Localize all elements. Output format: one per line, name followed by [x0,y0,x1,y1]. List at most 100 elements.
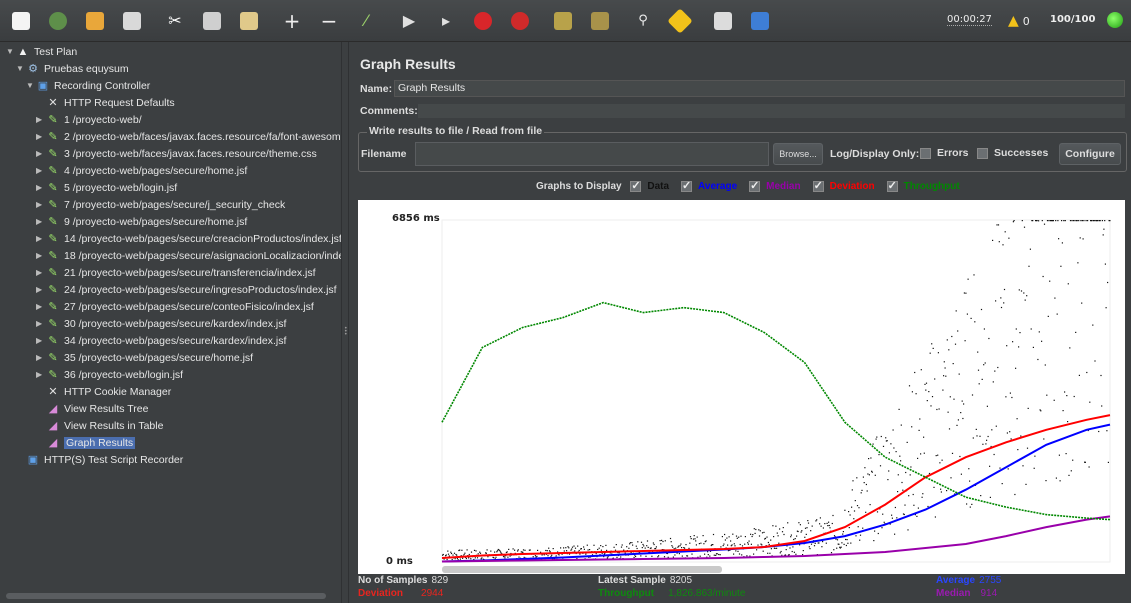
tree-node[interactable]: ▶ ✎ 24 /proyecto-web/pages/secure/ingresoP… [36,281,337,298]
expand-arrow-icon[interactable]: ▶ [36,234,46,243]
expand-arrow-icon[interactable]: ▶ [36,285,46,294]
warning-counter[interactable]: ▲ 0 [1008,13,1030,29]
tree-node[interactable]: ▶ ✎ 18 /proyecto-web/pages/secure/asignaci… [36,247,341,264]
expand-arrow-icon[interactable]: ▶ [36,217,46,226]
clear-all-icon[interactable] [585,6,615,36]
open-icon[interactable] [80,6,110,36]
tree-node[interactable]: ▶ ✎ 4 /proyecto-web/pages/secure/home.jsf [36,162,247,179]
tree-scrollbar[interactable] [6,593,326,599]
tree-node[interactable]: ▶ ✎ 21 /proyecto-web/pages/secure/transfer… [36,264,316,281]
tree-node[interactable]: ◢ Graph Results [36,434,136,451]
tree-node[interactable]: ▼ ▲ Test Plan [6,43,77,60]
toggle-icon[interactable]: ⁄ [351,6,381,36]
test-plan-tree[interactable]: ▼ ▲ Test Plan ▼ ⚙ Pruebas equysum ▼ ▣ Recording … [0,42,341,603]
comments-field[interactable] [418,104,1125,118]
filename-field[interactable] [415,142,769,166]
filename-label: Filename [361,148,407,160]
checkbox-icon[interactable] [886,179,898,192]
fieldset-title: Write results to file / Read from file [367,125,545,137]
reset-search-icon[interactable] [665,6,695,36]
expand-icon[interactable]: + [277,6,307,36]
search-icon[interactable]: ⚲ [628,6,658,36]
expand-arrow-icon[interactable]: ▶ [36,370,46,379]
data-point [713,554,715,556]
tree-node[interactable]: ▼ ▣ Recording Controller [26,77,150,94]
checkbox-icon[interactable] [812,179,824,192]
tree-node[interactable]: ▶ ✎ 7 /proyecto-web/pages/secure/j_securit… [36,196,285,213]
checkbox-icon[interactable] [681,179,693,192]
expand-arrow-icon[interactable]: ▶ [36,251,46,260]
tree-node[interactable]: ▣ HTTP(S) Test Script Recorder [16,451,183,468]
copy-icon[interactable] [197,6,227,36]
tree-node[interactable]: ▶ ✎ 30 /proyecto-web/pages/secure/kardex/i… [36,315,286,332]
checkbox-icon[interactable] [630,179,642,192]
graph-scrollbar[interactable] [442,566,722,573]
shutdown-icon[interactable] [505,6,535,36]
paste-icon[interactable] [234,6,264,36]
cut-icon[interactable]: ✂ [160,6,190,36]
stop-icon[interactable] [468,6,498,36]
tree-node[interactable]: ◢ View Results Tree [36,400,149,417]
data-point [923,452,925,454]
expand-arrow-icon[interactable]: ▶ [36,336,46,345]
toggle-average[interactable]: Average [681,179,743,192]
expand-arrow-icon[interactable]: ▶ [36,268,46,277]
toggle-throughput[interactable]: Throughput [886,179,966,192]
toggle-median[interactable]: Median [749,179,806,192]
data-point [574,547,577,549]
splitter[interactable]: • • • [341,42,349,603]
expand-arrow-icon[interactable]: ▶ [36,302,46,311]
save-icon[interactable] [117,6,147,36]
expand-arrow-icon[interactable]: ▶ [36,149,46,158]
expand-arrow-icon[interactable]: ▶ [36,132,46,141]
expand-arrow-icon[interactable]: ▼ [16,64,26,73]
tree-node[interactable]: ◢ View Results in Table [36,417,164,434]
tree-node[interactable]: ✕ HTTP Cookie Manager [36,383,171,400]
successes-checkbox[interactable]: Successes [977,147,1048,159]
expand-arrow-icon[interactable]: ▶ [36,200,46,209]
data-point [910,466,912,468]
data-point [593,544,595,546]
help-icon[interactable] [745,6,775,36]
tree-node[interactable]: ▼ ⚙ Pruebas equysum [16,60,129,77]
collapse-icon[interactable]: − [314,6,344,36]
expand-arrow-icon[interactable]: ▶ [36,166,46,175]
errors-check-icon[interactable] [920,147,931,159]
new-icon[interactable] [6,6,36,36]
function-helper-icon[interactable] [708,6,738,36]
tree-node[interactable]: ▶ ✎ 3 /proyecto-web/faces/javax.faces.reso… [36,145,317,162]
tree-node[interactable]: ▶ ✎ 5 /proyecto-web/login.jsf [36,179,177,196]
name-field[interactable]: Graph Results [394,80,1125,97]
configure-button[interactable]: Configure [1059,143,1121,165]
tree-node[interactable]: ▶ ✎ 14 /proyecto-web/pages/secure/creacion… [36,230,341,247]
data-point [583,546,585,548]
tree-node[interactable]: ▶ ✎ 27 /proyecto-web/pages/secure/conteoFi… [36,298,314,315]
templates-icon[interactable] [43,6,73,36]
start-icon[interactable]: ▶ [394,6,424,36]
tree-node[interactable]: ▶ ✎ 1 /proyecto-web/ [36,111,142,128]
errors-checkbox[interactable]: Errors [920,147,969,159]
expand-arrow-icon[interactable]: ▶ [36,353,46,362]
tree-node[interactable]: ▶ ✎ 36 /proyecto-web/login.jsf [36,366,183,383]
start-no-pause-icon[interactable]: ▸ [431,6,461,36]
expand-arrow-icon[interactable]: ▼ [26,81,36,90]
tree-node[interactable]: ▶ ✎ 9 /proyecto-web/pages/secure/home.jsf [36,213,247,230]
data-point [451,558,453,561]
expand-arrow-icon[interactable]: ▶ [36,115,46,124]
expand-arrow-icon[interactable]: ▶ [36,319,46,328]
toggle-data[interactable]: Data [630,179,675,192]
data-point [704,553,706,555]
tree-node[interactable]: ▶ ✎ 35 /proyecto-web/pages/secure/home.jsf [36,349,253,366]
browse-button[interactable]: Browse... [773,143,823,165]
data-point [509,555,511,557]
checkbox-icon[interactable] [749,179,761,192]
expand-arrow-icon[interactable]: ▶ [36,183,46,192]
successes-check-icon[interactable] [977,147,988,159]
tree-node[interactable]: ✕ HTTP Request Defaults [36,94,174,111]
tree-node[interactable]: ▶ ✎ 2 /proyecto-web/faces/javax.faces.reso… [36,128,341,145]
toggle-deviation[interactable]: Deviation [812,179,881,192]
splitter-grip-icon[interactable]: • • • [344,326,348,338]
expand-arrow-icon[interactable]: ▼ [6,47,16,56]
clear-icon[interactable] [548,6,578,36]
tree-node[interactable]: ▶ ✎ 34 /proyecto-web/pages/secure/kardex/i… [36,332,286,349]
